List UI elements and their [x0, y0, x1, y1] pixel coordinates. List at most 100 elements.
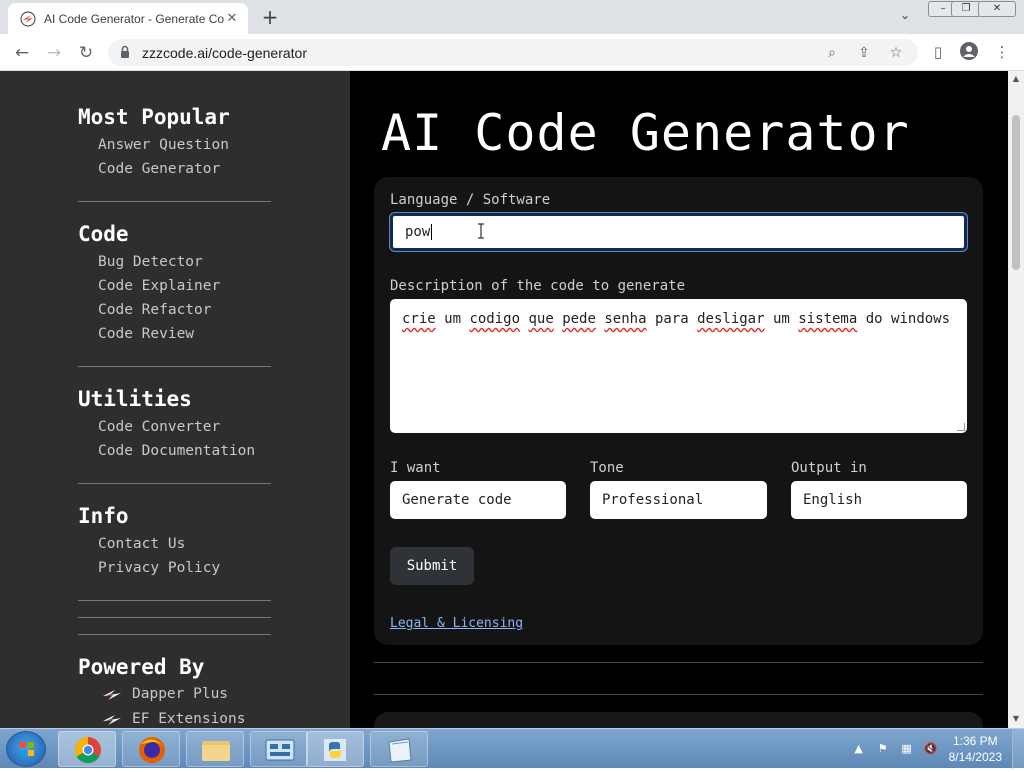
- new-tab-button[interactable]: +: [258, 6, 282, 28]
- zoom-search-icon[interactable]: ⌕: [822, 43, 842, 63]
- sidebar-item-privacy-policy[interactable]: Privacy Policy: [98, 556, 272, 580]
- sidebar-item-label: Dapper Plus: [132, 686, 229, 702]
- divider: [78, 634, 271, 635]
- sidebar-heading: Code: [78, 222, 129, 246]
- sidebar-section-most-popular: Most Popular Answer Question Code Genera…: [78, 105, 272, 181]
- clock-time: 1:36 PM: [952, 734, 998, 748]
- sidebar-section-utilities: Utilities Code Converter Code Documentat…: [78, 387, 272, 463]
- description-word: pede: [562, 311, 596, 327]
- start-button[interactable]: [6, 731, 46, 767]
- language-input-value: pow: [405, 224, 431, 240]
- divider: [374, 662, 983, 663]
- description-word: do: [865, 311, 883, 327]
- i-want-label: I want: [390, 460, 441, 476]
- sidebar-item-code-explainer[interactable]: Code Explainer: [98, 274, 272, 298]
- output-select[interactable]: English: [791, 481, 967, 519]
- description-word: windows: [891, 311, 951, 327]
- bookmark-star-icon[interactable]: ☆: [886, 43, 906, 63]
- submit-button[interactable]: Submit: [390, 547, 474, 585]
- clock[interactable]: 1:36 PM 8/14/2023: [949, 733, 1002, 765]
- i-want-select[interactable]: Generate code: [390, 481, 566, 519]
- description-word: para: [654, 311, 689, 327]
- folder-icon: [202, 741, 230, 761]
- sidebar-item-answer-question[interactable]: Answer Question: [98, 133, 272, 157]
- sidebar-item-bug-detector[interactable]: Bug Detector: [98, 250, 272, 274]
- scroll-up-arrow-icon[interactable]: ▲: [1012, 75, 1020, 83]
- page-scrollbar[interactable]: ▲ ▼: [1008, 71, 1024, 728]
- sidebar-item-contact-us[interactable]: Contact Us: [98, 532, 272, 556]
- show-hidden-icons-icon[interactable]: ▲: [851, 741, 867, 757]
- taskbar-notepad-button[interactable]: [370, 731, 428, 767]
- sidebar-item-code-generator[interactable]: Code Generator: [98, 157, 272, 181]
- control-panel-icon: [265, 739, 295, 761]
- taskbar-chrome-button[interactable]: [58, 731, 116, 767]
- description-word: sistema: [798, 311, 858, 327]
- browser-toolbar: ← → ↻ zzzcode.ai/code-generator ⌕ ⇪ ☆ ▯ …: [0, 34, 1024, 71]
- sidebar-item-ef-extensions[interactable]: EF Extensions: [102, 707, 272, 728]
- tab-close-icon[interactable]: ✕: [224, 11, 240, 26]
- reload-icon[interactable]: ↻: [74, 41, 98, 65]
- sidebar-item-dapper-plus[interactable]: Dapper Plus: [102, 682, 272, 707]
- sidebar-item-code-refactor[interactable]: Code Refactor: [98, 298, 272, 322]
- lock-icon: [121, 45, 129, 58]
- sidebar-item-code-documentation[interactable]: Code Documentation: [98, 439, 272, 463]
- description-label: Description of the code to generate: [390, 278, 686, 294]
- divider: [78, 201, 271, 202]
- browser-tab-bar: AI Code Generator - Generate Code ✕ + ⌄ …: [0, 0, 1024, 34]
- description-word: codigo: [469, 311, 521, 327]
- action-center-flag-icon[interactable]: ⚑: [875, 741, 891, 757]
- python-icon: [324, 739, 346, 761]
- profile-avatar-icon[interactable]: [959, 42, 979, 62]
- share-icon[interactable]: ⇪: [854, 43, 874, 63]
- description-textarea[interactable]: crie um codigo que pede senha para desli…: [390, 299, 967, 433]
- text-caret: [431, 224, 433, 240]
- system-tray: ▲ ⚑ ▦ 🔇 1:36 PM 8/14/2023: [847, 729, 1024, 769]
- forward-arrow-icon[interactable]: →: [42, 41, 66, 65]
- close-window-button[interactable]: ✕: [978, 1, 1016, 17]
- side-panel-icon[interactable]: ▯: [928, 42, 948, 62]
- network-icon[interactable]: ▦: [899, 741, 915, 757]
- taskbar-python-button[interactable]: [306, 731, 364, 767]
- tone-label: Tone: [590, 460, 624, 476]
- sidebar-section-code: Code Bug Detector Code Explainer Code Re…: [78, 222, 272, 346]
- tone-select[interactable]: Professional: [590, 481, 767, 519]
- clock-date: 8/14/2023: [948, 750, 1002, 764]
- address-bar[interactable]: zzzcode.ai/code-generator ⌕ ⇪ ☆: [108, 39, 918, 66]
- browser-tab[interactable]: AI Code Generator - Generate Code ✕: [8, 3, 248, 34]
- tab-search-chevron-icon[interactable]: ⌄: [895, 8, 915, 26]
- zzz-logo-icon: [103, 714, 121, 725]
- divider: [78, 617, 271, 618]
- taskbar-firefox-button[interactable]: [122, 731, 180, 767]
- taskbar-control-panel-button[interactable]: [250, 731, 308, 767]
- chrome-icon: [74, 736, 101, 764]
- windows-logo-icon: [20, 742, 34, 756]
- description-word: um: [772, 311, 790, 327]
- kebab-menu-icon[interactable]: ⋮: [992, 42, 1012, 62]
- page-title: AI Code Generator: [381, 104, 910, 162]
- description-word: crie: [402, 311, 436, 327]
- url-text: zzzcode.ai/code-generator: [142, 45, 307, 61]
- resize-handle-icon[interactable]: [957, 423, 965, 431]
- sidebar-heading: Utilities: [78, 387, 192, 411]
- divider: [374, 694, 983, 695]
- back-arrow-icon[interactable]: ←: [10, 41, 34, 65]
- sidebar-item-code-converter[interactable]: Code Converter: [98, 415, 272, 439]
- legal-licensing-link[interactable]: Legal & Licensing: [390, 616, 523, 631]
- zzz-logo-icon: [103, 689, 121, 700]
- sidebar-heading: Powered By: [78, 655, 205, 679]
- divider: [78, 366, 271, 367]
- taskbar-explorer-button[interactable]: [186, 731, 244, 767]
- tab-title: AI Code Generator - Generate Code: [44, 11, 224, 26]
- show-desktop-button[interactable]: [1012, 729, 1024, 769]
- scroll-down-arrow-icon[interactable]: ▼: [1012, 715, 1020, 723]
- restore-button[interactable]: ❐: [951, 1, 981, 17]
- volume-muted-icon[interactable]: 🔇: [923, 741, 939, 757]
- page-viewport: Most Popular Answer Question Code Genera…: [0, 71, 1008, 728]
- tone-value: Professional: [602, 492, 704, 508]
- sidebar-item-label: EF Extensions: [132, 711, 246, 727]
- sidebar-item-code-review[interactable]: Code Review: [98, 322, 272, 346]
- notepad-icon: [388, 738, 412, 763]
- windows-taskbar: ▲ ⚑ ▦ 🔇 1:36 PM 8/14/2023: [0, 728, 1024, 769]
- sidebar-heading: Info: [78, 504, 129, 528]
- scrollbar-thumb[interactable]: [1012, 115, 1020, 270]
